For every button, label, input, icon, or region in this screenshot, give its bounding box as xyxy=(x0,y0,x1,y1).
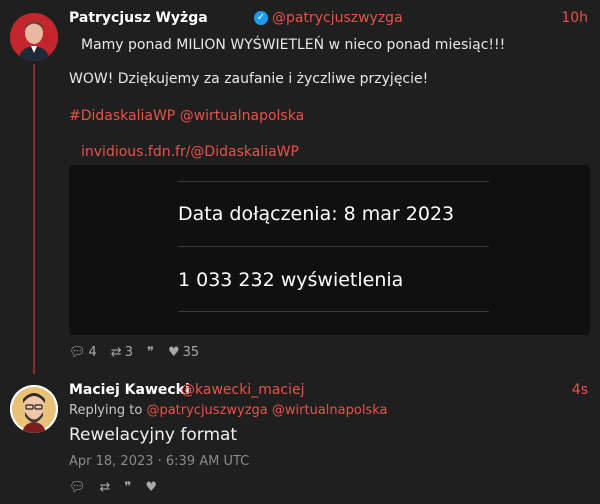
tweet-stats: 💬︎ 4 ⇄ 3 ❞ ♥ 35 xyxy=(69,345,199,360)
tweet-header: Maciej Kawecki @kawecki_maciej 4s xyxy=(69,382,588,402)
replying-to: Replying to @patrycjuszwyzga @wirtualnap… xyxy=(69,402,588,420)
author-name[interactable]: Patrycjusz Wyżga xyxy=(69,10,208,26)
tweet-maciej: Maciej Kawecki @kawecki_maciej 4s Replyi… xyxy=(0,372,600,504)
like-count: 35 xyxy=(182,345,200,360)
reply-icon: 💬︎ xyxy=(69,480,86,495)
reply-button[interactable]: 💬︎ xyxy=(69,480,86,495)
author-name[interactable]: Maciej Kawecki xyxy=(69,382,190,398)
tweet-header: Patrycjusz Wyżga ✓ @patrycjuszwyzga 10h xyxy=(69,10,588,30)
embedded-card[interactable]: Data dołączenia: 8 mar 2023 1 033 232 wy… xyxy=(69,165,590,335)
avatar[interactable] xyxy=(10,385,58,433)
mention-link[interactable]: @wirtualnapolska xyxy=(180,108,304,124)
reply-button[interactable]: 💬︎ 4 xyxy=(69,345,97,360)
quote-button[interactable]: ❞ xyxy=(124,480,131,495)
retweet-button[interactable]: ⇄ 3 xyxy=(111,345,133,360)
like-button[interactable]: ♥ xyxy=(145,480,157,495)
tweet-actions: 💬︎ ⇄ ❞ ♥ xyxy=(69,480,157,495)
replying-label: Replying to xyxy=(69,403,143,418)
divider xyxy=(178,311,489,312)
thread-line xyxy=(33,64,35,374)
divider xyxy=(178,181,489,182)
avatar[interactable] xyxy=(10,13,58,61)
like-button[interactable]: ♥ 35 xyxy=(168,345,199,360)
quote-button[interactable]: ❞ xyxy=(147,345,154,360)
tweet-link-row: invidious.fdn.fr/@DidaskaliaWP xyxy=(69,143,588,161)
tweet-date[interactable]: Apr 18, 2023 · 6:39 AM UTC xyxy=(69,454,249,469)
tweet-text-line1: Mamy ponad MILION WYŚWIETLEŃ w nieco pon… xyxy=(81,37,506,53)
view-count: 1 033 232 wyświetlenia xyxy=(178,269,404,291)
author-handle[interactable]: @patrycjuszwyzga xyxy=(272,10,403,26)
tweet-tags: #DidaskaliaWP @wirtualnapolska xyxy=(69,107,588,125)
retweet-icon: ⇄ xyxy=(99,480,111,495)
heart-icon: ♥ xyxy=(145,480,158,495)
reply-count: 4 xyxy=(88,345,97,360)
tweet-text-line2: WOW! Dziękujemy za zaufanie i życzliwe p… xyxy=(69,71,429,87)
joined-date: Data dołączenia: 8 mar 2023 xyxy=(178,203,455,225)
divider xyxy=(178,246,489,247)
hashtag-link[interactable]: #DidaskaliaWP xyxy=(69,108,175,124)
tweet-time[interactable]: 4s xyxy=(572,382,588,398)
reply-icon: 💬︎ xyxy=(69,345,86,360)
author-handle[interactable]: @kawecki_maciej xyxy=(181,382,305,398)
heart-icon: ♥ xyxy=(167,345,180,360)
retweet-icon: ⇄ xyxy=(110,345,122,360)
retweet-button[interactable]: ⇄ xyxy=(100,480,111,495)
tweet-patrycjusz: Patrycjusz Wyżga ✓ @patrycjuszwyzga 10h … xyxy=(0,0,600,374)
external-link[interactable]: invidious.fdn.fr/@DidaskaliaWP xyxy=(81,144,299,160)
replying-to-wirtualnapolska[interactable]: @wirtualnapolska xyxy=(272,403,388,418)
quote-icon: ❞ xyxy=(146,345,154,360)
tweet-text: Rewelacyjny format xyxy=(69,425,238,445)
verified-badge-icon: ✓ xyxy=(254,11,268,25)
retweet-count: 3 xyxy=(124,345,133,360)
tweet-time[interactable]: 10h xyxy=(561,10,588,26)
replying-to-patrycjusz[interactable]: @patrycjuszwyzga xyxy=(146,403,267,418)
quote-icon: ❞ xyxy=(124,480,132,495)
